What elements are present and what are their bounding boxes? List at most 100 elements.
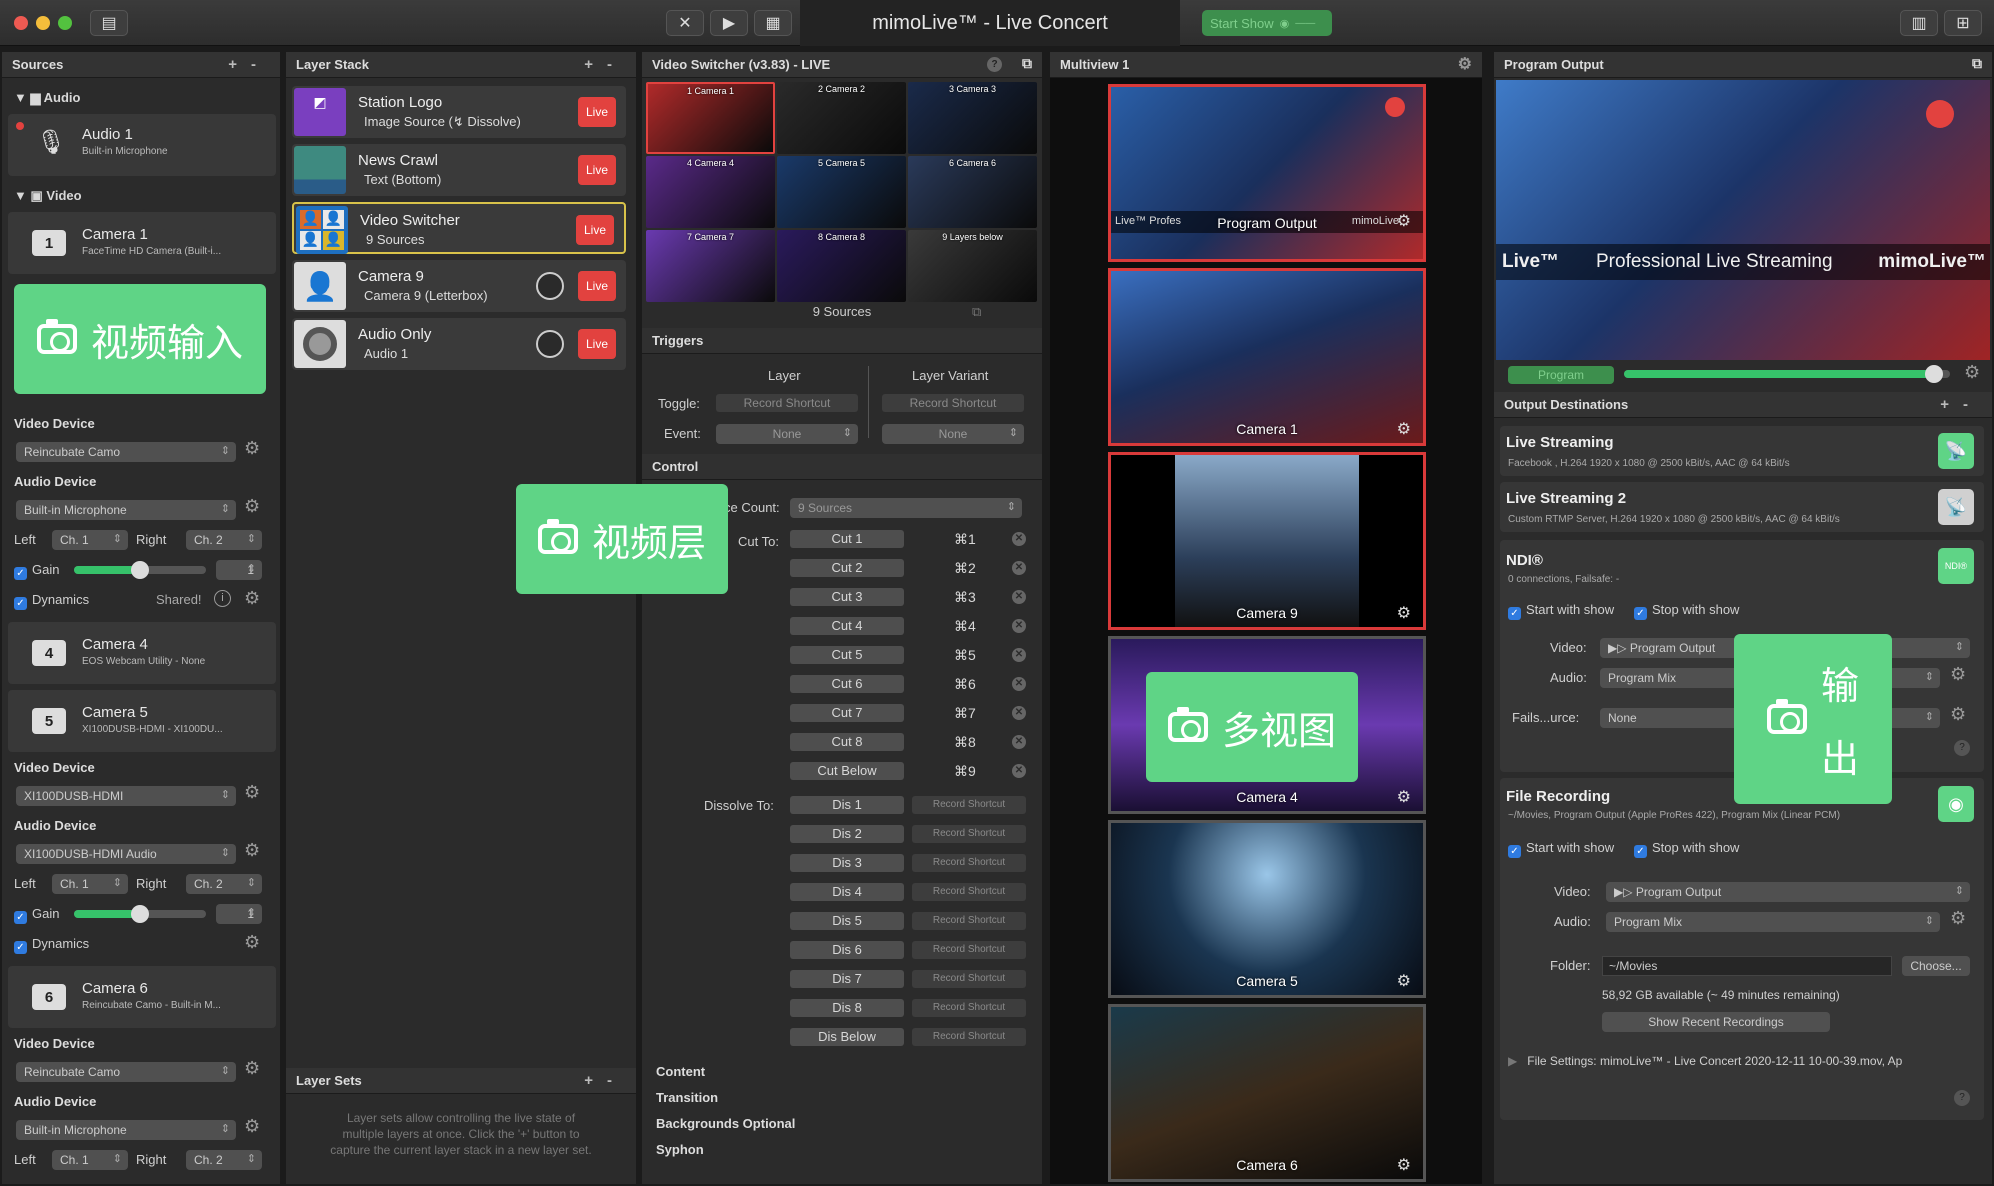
live-button[interactable]: Live: [578, 329, 616, 359]
live-button[interactable]: Live: [578, 97, 616, 127]
gear-icon[interactable]: ⚙: [244, 840, 260, 861]
dissolve-button-3[interactable]: Dis 3: [790, 854, 904, 872]
volume-knob[interactable]: [536, 330, 564, 358]
switcher-camera-1[interactable]: 1 Camera 1: [646, 82, 775, 154]
stop-with-show-checkbox[interactable]: ✓ Stop with show: [1634, 840, 1739, 858]
cut-button-5[interactable]: Cut 5: [790, 646, 904, 664]
dissolve-record-shortcut[interactable]: Record Shortcut: [912, 796, 1026, 814]
remove-layer-set-button[interactable]: -: [607, 1072, 626, 1089]
cut-button-4[interactable]: Cut 4: [790, 617, 904, 635]
switcher-camera-5[interactable]: 5 Camera 5: [777, 156, 906, 228]
minimize-window-button[interactable]: [36, 16, 50, 30]
video-group[interactable]: ▼ ▣ Video: [14, 188, 82, 204]
gear-icon[interactable]: ⚙: [244, 588, 260, 609]
file-settings-row[interactable]: ▶ File Settings: mimoLive™ - Live Concer…: [1508, 1054, 1978, 1068]
volume-knob[interactable]: [536, 272, 564, 300]
start-show-button[interactable]: Start Show ◉ ——: [1202, 10, 1332, 36]
audio-device-select[interactable]: Built-in Microphone: [16, 1120, 236, 1140]
record-toggle-button[interactable]: ◉: [1938, 786, 1974, 822]
media-button[interactable]: ▦: [754, 10, 792, 36]
gear-icon[interactable]: ⚙: [1397, 1155, 1411, 1175]
clear-shortcut-icon[interactable]: ✕: [1012, 619, 1026, 633]
audio-device-select[interactable]: Built-in Microphone: [16, 500, 236, 520]
dissolve-button-9[interactable]: Dis Below: [790, 1028, 904, 1046]
cut-button-8[interactable]: Cut 8: [790, 733, 904, 751]
syphon-section[interactable]: Syphon: [656, 1142, 704, 1157]
broadcast-icon[interactable]: 📡: [1938, 433, 1974, 469]
file-video-select[interactable]: ▶▷ Program Output: [1606, 882, 1970, 902]
clear-shortcut-icon[interactable]: ✕: [1012, 706, 1026, 720]
gain-slider[interactable]: [74, 561, 206, 579]
program-audio-slider[interactable]: [1624, 365, 1950, 383]
add-layer-button[interactable]: +: [584, 56, 607, 73]
clear-shortcut-icon[interactable]: ✕: [1012, 590, 1026, 604]
dissolve-button-7[interactable]: Dis 7: [790, 970, 904, 988]
destination-live-streaming[interactable]: Live Streaming Facebook , H.264 1920 x 1…: [1500, 426, 1984, 476]
multiview-tile-program[interactable]: Live™ Profes mimoLive Program Output ⚙: [1108, 84, 1426, 262]
clear-shortcut-icon[interactable]: ✕: [1012, 764, 1026, 778]
backgrounds-section[interactable]: Backgrounds Optional: [656, 1116, 795, 1131]
help-icon[interactable]: ?: [1954, 740, 1970, 756]
gain-value[interactable]: 1: [216, 560, 262, 580]
gear-icon[interactable]: ⚙: [244, 496, 260, 517]
clear-shortcut-icon[interactable]: ✕: [1012, 648, 1026, 662]
switcher-camera-9[interactable]: 9 Layers below: [908, 230, 1037, 302]
gear-icon[interactable]: ⚙: [244, 782, 260, 803]
transition-section[interactable]: Transition: [656, 1090, 718, 1105]
multiview-tile-camera-9[interactable]: Camera 9 ⚙: [1108, 452, 1426, 630]
gear-icon[interactable]: ⚙: [244, 1116, 260, 1137]
source-camera-6[interactable]: 6 Camera 6 Reincubate Camo - Built-in M.…: [8, 966, 276, 1028]
close-window-button[interactable]: [14, 16, 28, 30]
dissolve-record-shortcut[interactable]: Record Shortcut: [912, 970, 1026, 988]
remove-layer-button[interactable]: -: [607, 56, 626, 73]
dissolve-record-shortcut[interactable]: Record Shortcut: [912, 999, 1026, 1017]
dissolve-record-shortcut[interactable]: Record Shortcut: [912, 854, 1026, 872]
live-button[interactable]: Live: [578, 271, 616, 301]
multiview-tile-camera-5[interactable]: Camera 5 ⚙: [1108, 820, 1426, 998]
gear-icon[interactable]: ⚙: [1397, 971, 1411, 991]
switcher-camera-7[interactable]: 7 Camera 7: [646, 230, 775, 302]
dissolve-record-shortcut[interactable]: Record Shortcut: [912, 825, 1026, 843]
dissolve-button-2[interactable]: Dis 2: [790, 825, 904, 843]
variant-event-select[interactable]: None: [882, 424, 1024, 444]
clear-shortcut-icon[interactable]: ✕: [1012, 735, 1026, 749]
source-audio-1[interactable]: 🎙 Audio 1 Built-in Microphone: [8, 114, 276, 176]
video-device-select[interactable]: Reincubate Camo: [16, 442, 236, 462]
slider-knob[interactable]: [131, 561, 149, 579]
live-button[interactable]: Live: [576, 215, 614, 245]
switcher-camera-3[interactable]: 3 Camera 3: [908, 82, 1037, 154]
popout-icon[interactable]: ⧉: [1022, 55, 1032, 72]
gear-icon[interactable]: ⚙: [1397, 419, 1411, 439]
add-layer-set-button[interactable]: +: [584, 1072, 607, 1089]
gear-icon[interactable]: ⚙: [1950, 908, 1966, 929]
source-camera-5[interactable]: 5 Camera 5 XI100DUSB-HDMI - XI100DU...: [8, 690, 276, 752]
remove-destination-button[interactable]: -: [1963, 396, 1982, 413]
layer-video-switcher[interactable]: 👤 👤 👤 👤 Video Switcher 9 Sources Live: [292, 202, 626, 254]
tools-button[interactable]: ✕: [666, 10, 704, 36]
help-icon[interactable]: ?: [987, 57, 1002, 72]
left-channel-select[interactable]: Ch. 1: [52, 1150, 128, 1170]
right-channel-select[interactable]: Ch. 2: [186, 874, 262, 894]
cut-button-7[interactable]: Cut 7: [790, 704, 904, 722]
right-channel-select[interactable]: Ch. 2: [186, 530, 262, 550]
layer-news-crawl[interactable]: News Crawl Text (Bottom) Live: [292, 144, 626, 196]
gear-icon[interactable]: ⚙: [1397, 787, 1411, 807]
output-button[interactable]: ▶: [710, 10, 748, 36]
dissolve-button-4[interactable]: Dis 4: [790, 883, 904, 901]
dissolve-record-shortcut[interactable]: Record Shortcut: [912, 912, 1026, 930]
dissolve-record-shortcut[interactable]: Record Shortcut: [912, 941, 1026, 959]
left-channel-select[interactable]: Ch. 1: [52, 530, 128, 550]
source-count-select[interactable]: 9 Sources: [790, 498, 1022, 518]
choose-folder-button[interactable]: Choose...: [1902, 956, 1970, 976]
dynamics-checkbox[interactable]: ✓ Dynamics: [14, 936, 89, 954]
broadcast-icon[interactable]: 📡: [1938, 489, 1974, 525]
start-with-show-checkbox[interactable]: ✓ Start with show: [1508, 602, 1614, 620]
dissolve-button-6[interactable]: Dis 6: [790, 941, 904, 959]
zoom-window-button[interactable]: [58, 16, 72, 30]
layer-station-logo[interactable]: ◩ Station Logo Image Source (↯ Dissolve)…: [292, 86, 626, 138]
live-button[interactable]: Live: [578, 155, 616, 185]
gain-slider[interactable]: [74, 905, 206, 923]
switcher-camera-6[interactable]: 6 Camera 6: [908, 156, 1037, 228]
cut-button-1[interactable]: Cut 1: [790, 530, 904, 548]
cut-button-2[interactable]: Cut 2: [790, 559, 904, 577]
